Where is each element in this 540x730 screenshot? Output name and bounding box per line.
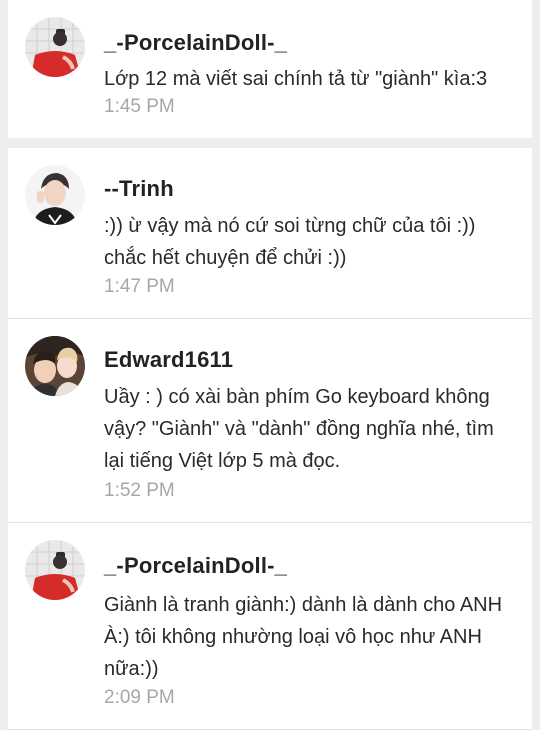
username[interactable]: Edward1611 <box>104 347 233 373</box>
username[interactable]: _-PorcelainDoll-_ <box>104 30 287 56</box>
timestamp: 1:52 PM <box>104 480 175 501</box>
comment-thread: --Trinh :)) ừ vậy mà nó cứ soi từng chữ … <box>8 148 532 730</box>
comment-item: Edward1611 Uầy : ) có xài bàn phím Go ke… <box>8 319 532 522</box>
user-avatar-two-people-icon[interactable] <box>25 336 85 396</box>
username[interactable]: --Trinh <box>104 176 174 202</box>
comment-item: --Trinh :)) ừ vậy mà nó cứ soi từng chữ … <box>8 148 532 318</box>
comment-text: Giành là tranh giành:) dành là dành cho … <box>104 594 503 680</box>
timestamp: 1:47 PM <box>104 276 175 297</box>
user-avatar-girl-icon[interactable] <box>25 540 85 600</box>
user-avatar-boy-icon[interactable] <box>25 165 85 225</box>
comment-text: Lớp 12 mà viết sai chính tả từ "giành" k… <box>104 68 488 90</box>
timestamp: 1:45 PM <box>104 96 175 117</box>
comment-text: Uầy : ) có xài bàn phím Go keyboard khôn… <box>104 386 494 472</box>
username[interactable]: _-PorcelainDoll-_ <box>104 553 287 579</box>
user-avatar-girl-icon[interactable] <box>25 17 85 77</box>
timestamp: 2:09 PM <box>104 687 175 708</box>
comment-text: :)) ừ vậy mà nó cứ soi từng chữ của tôi … <box>104 215 476 269</box>
comment-item: _-PorcelainDoll-_ Giành là tranh giành:)… <box>8 523 532 730</box>
comment-card: _-PorcelainDoll-_ Lớp 12 mà viết sai chí… <box>8 0 532 138</box>
